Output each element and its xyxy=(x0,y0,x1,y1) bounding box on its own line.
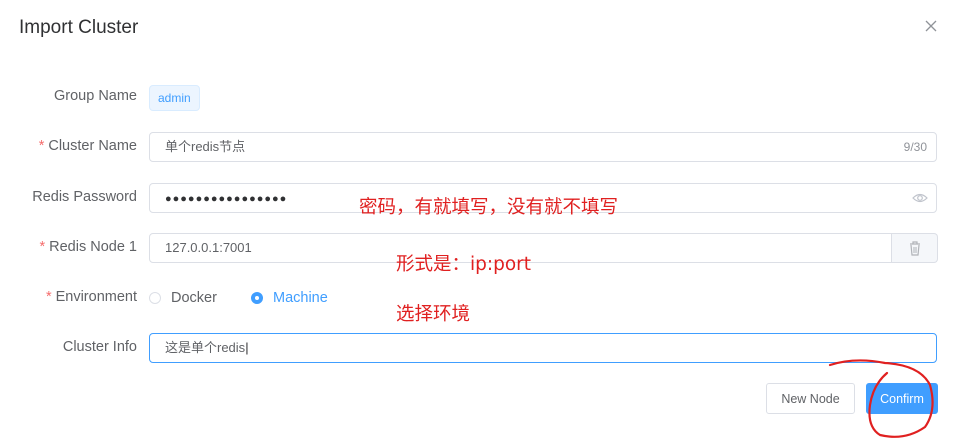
confirm-button[interactable]: Confirm xyxy=(866,383,938,414)
password-dots: ●●●●●●●●●●●●●●●● xyxy=(165,193,288,205)
radio-circle-icon xyxy=(149,292,161,304)
cluster-info-value: 这是单个redis xyxy=(165,340,246,355)
radio-machine[interactable]: Machine xyxy=(251,289,328,307)
redis-node-label: * Redis Node 1 xyxy=(39,239,137,255)
cluster-name-value: 单个redis节点 xyxy=(165,139,246,154)
group-name-label: Group Name xyxy=(53,88,137,104)
environment-label: * Environment xyxy=(45,289,137,305)
dialog-title: Import Cluster xyxy=(19,17,139,38)
required-asterisk: * xyxy=(38,138,45,154)
node-annotation: 形式是：ip:port xyxy=(396,254,532,275)
required-asterisk: * xyxy=(45,289,52,305)
radio-docker[interactable]: Docker xyxy=(149,289,217,307)
char-count: 9/30 xyxy=(903,140,927,154)
radio-checked-icon xyxy=(251,292,263,304)
eye-icon[interactable] xyxy=(912,191,928,205)
group-name-tag: admin xyxy=(149,85,200,111)
cluster-info-input[interactable]: 这是单个redis| xyxy=(149,333,937,363)
cluster-name-input[interactable]: 单个redis节点 9/30 xyxy=(149,132,937,162)
environment-annotation: 选择环境 xyxy=(396,304,471,325)
close-button[interactable] xyxy=(920,15,942,37)
close-icon xyxy=(925,20,937,32)
cluster-name-label: * Cluster Name xyxy=(38,138,137,154)
password-annotation: 密码，有就填写，没有就不填写 xyxy=(359,197,619,218)
redis-password-label: Redis Password xyxy=(32,189,137,205)
cluster-info-label: Cluster Info xyxy=(62,339,137,355)
trash-icon xyxy=(910,241,920,256)
required-asterisk: * xyxy=(39,239,46,255)
delete-node-button[interactable] xyxy=(892,233,938,263)
new-node-button[interactable]: New Node xyxy=(766,383,855,414)
